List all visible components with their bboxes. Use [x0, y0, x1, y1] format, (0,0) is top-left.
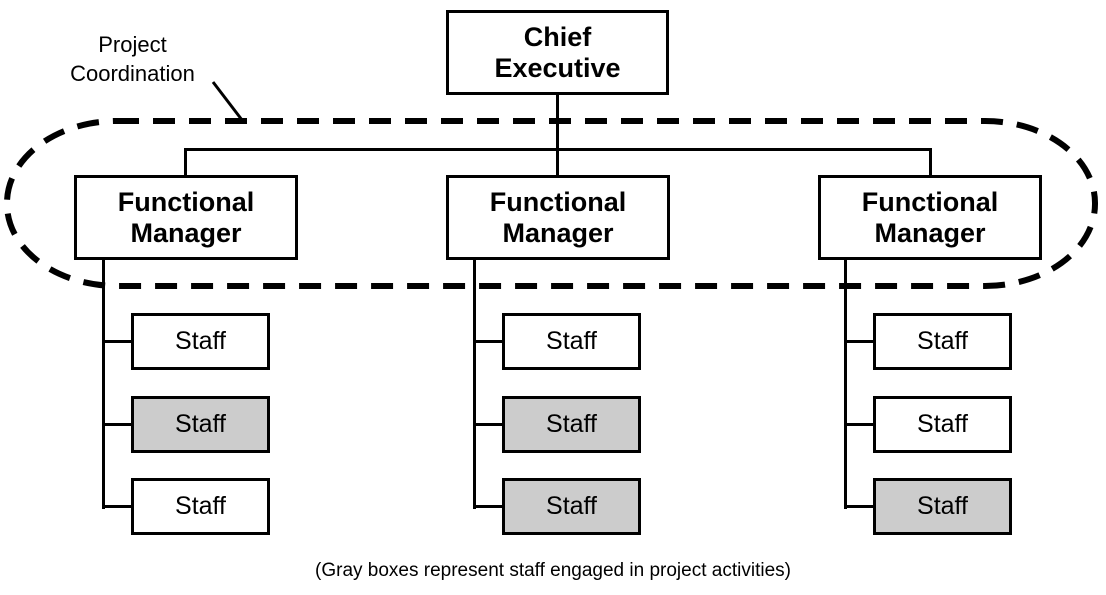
staff-label: Staff	[546, 410, 597, 438]
staff-branch-line	[102, 340, 131, 343]
chief-executive-box: Chief Executive	[446, 10, 669, 95]
caption: (Gray boxes represent staff engaged in p…	[315, 560, 791, 581]
staff-label: Staff	[546, 492, 597, 520]
staff-label: Staff	[917, 327, 968, 355]
manager-3-connector	[929, 148, 932, 176]
manager-1-connector	[184, 148, 187, 176]
manager-line-2: Manager	[874, 217, 986, 248]
staff-box: Staff	[502, 313, 641, 370]
staff-trunk-line	[844, 260, 847, 509]
manager-line-1: Functional	[861, 186, 999, 217]
label-line-1: Project	[98, 32, 167, 57]
staff-branch-line	[102, 505, 131, 508]
staff-branch-line	[473, 340, 502, 343]
staff-box: Staff	[131, 313, 270, 370]
chief-line-2: Executive	[494, 52, 621, 83]
label-line-2: Coordination	[70, 61, 195, 86]
staff-trunk-line	[102, 260, 105, 509]
staff-label: Staff	[917, 410, 968, 438]
staff-label: Staff	[175, 410, 226, 438]
functional-manager-box: Functional Manager	[446, 175, 670, 260]
staff-branch-line	[473, 505, 502, 508]
staff-box-engaged: Staff	[502, 396, 641, 453]
manager-line-1: Functional	[489, 186, 627, 217]
staff-box-engaged: Staff	[131, 396, 270, 453]
staff-branch-line	[844, 505, 873, 508]
staff-box-engaged: Staff	[502, 478, 641, 535]
staff-label: Staff	[175, 492, 226, 520]
manager-line-2: Manager	[130, 217, 242, 248]
staff-branch-line	[473, 423, 502, 426]
staff-box-engaged: Staff	[873, 478, 1012, 535]
staff-label: Staff	[175, 327, 226, 355]
staff-branch-line	[102, 423, 131, 426]
manager-line-1: Functional	[117, 186, 255, 217]
functional-manager-box: Functional Manager	[818, 175, 1042, 260]
project-coordination-label: Project Coordination	[40, 30, 225, 88]
staff-label: Staff	[917, 492, 968, 520]
chief-line-1: Chief	[523, 21, 592, 52]
staff-box: Staff	[873, 396, 1012, 453]
staff-trunk-line	[473, 260, 476, 509]
chief-connector	[556, 94, 559, 176]
staff-box: Staff	[873, 313, 1012, 370]
staff-branch-line	[844, 423, 873, 426]
manager-line-2: Manager	[502, 217, 614, 248]
functional-manager-box: Functional Manager	[74, 175, 298, 260]
manager-bus	[184, 148, 932, 151]
staff-label: Staff	[546, 327, 597, 355]
staff-box: Staff	[131, 478, 270, 535]
staff-branch-line	[844, 340, 873, 343]
